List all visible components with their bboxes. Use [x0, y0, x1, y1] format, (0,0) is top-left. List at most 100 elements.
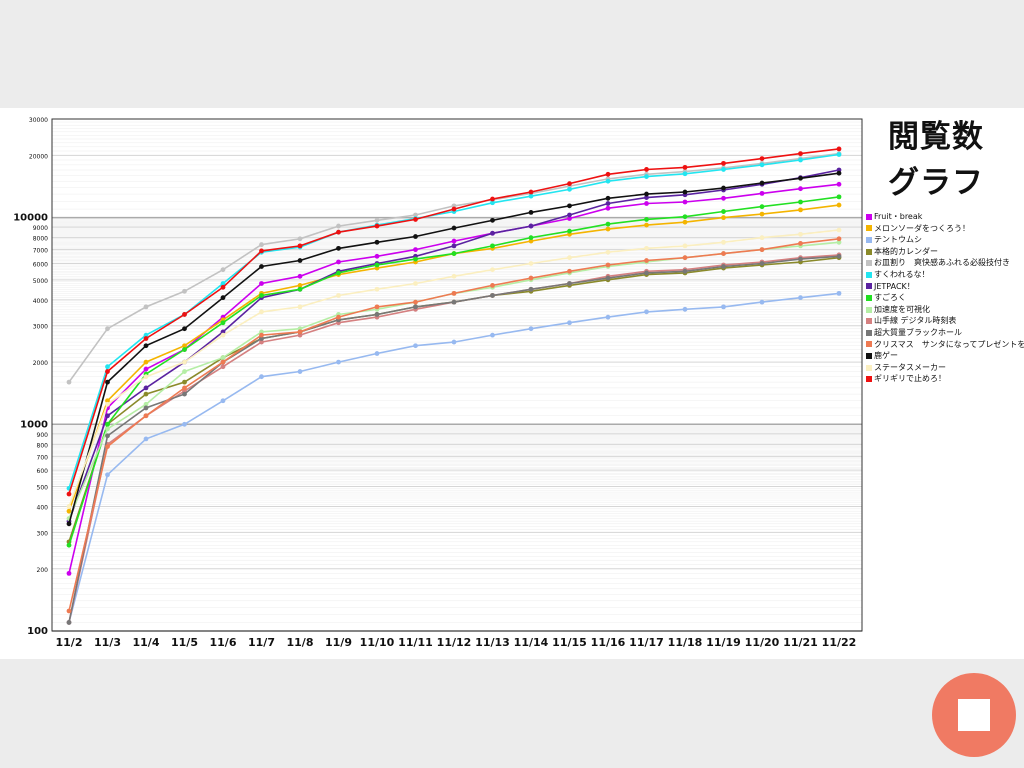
data-point [836, 146, 842, 152]
data-point [605, 262, 611, 268]
x-tick-label: 11/22 [822, 636, 857, 649]
data-point [259, 248, 264, 254]
legend-swatch [866, 341, 872, 348]
data-point [682, 164, 688, 170]
chart-title-line-2: グラフ [888, 165, 984, 201]
data-point [759, 180, 765, 186]
series-group [66, 239, 842, 521]
data-point [605, 221, 611, 227]
data-point [721, 251, 726, 256]
data-point [413, 304, 418, 310]
data-point [336, 314, 341, 320]
data-point [143, 385, 149, 391]
data-point [182, 385, 187, 391]
data-point [644, 309, 649, 315]
data-point [605, 171, 611, 177]
data-point [798, 157, 803, 163]
x-axis: 11/2 11/3 11/4 11/5 11/6 11/7 11/8 11/9 11/10 11/… [56, 636, 857, 649]
data-point [143, 304, 149, 310]
data-point [528, 326, 534, 332]
legend-swatch [866, 318, 872, 325]
data-point [220, 267, 226, 273]
data-point [682, 214, 688, 220]
data-point [105, 433, 110, 439]
x-tick-label: 11/7 [248, 636, 275, 649]
data-point [413, 247, 418, 253]
data-point [721, 185, 726, 191]
legend-label: クリスマス サンタになってプレゼントをあげよう [874, 339, 1024, 349]
data-point [451, 251, 457, 256]
data-point [682, 268, 688, 274]
legend-swatch [866, 376, 872, 383]
data-point [143, 366, 149, 372]
data-point [644, 258, 649, 263]
data-point [798, 241, 803, 246]
x-tick-label: 11/13 [475, 636, 510, 649]
data-point [143, 336, 149, 341]
x-tick-label: 11/18 [668, 636, 703, 649]
legend-label: お皿割り 爽快感あふれる必殺技付き [874, 258, 1010, 268]
legend-swatch [866, 236, 872, 243]
y-tick-label: 1000 [20, 419, 48, 430]
data-point [297, 286, 303, 292]
data-point [644, 217, 649, 222]
y-tick-label: 100 [27, 626, 48, 637]
stop-button[interactable] [932, 673, 1016, 757]
data-point [143, 391, 149, 397]
legend-label: 鹿ゲー [874, 351, 898, 361]
data-point [220, 284, 226, 290]
x-tick-label: 11/11 [398, 636, 433, 649]
data-point [143, 436, 149, 442]
data-point [374, 217, 380, 223]
data-point [105, 379, 110, 385]
data-point [182, 391, 187, 397]
legend-swatch [866, 248, 872, 255]
legend-item: ギリギリで止めろ！ [866, 373, 1024, 385]
data-point [644, 191, 649, 197]
data-point [528, 223, 534, 229]
data-point [66, 379, 72, 385]
data-point [528, 261, 534, 266]
data-point [413, 234, 418, 239]
data-point [220, 364, 226, 370]
series-group [66, 290, 842, 625]
legend-swatch [866, 294, 872, 301]
y-tick-label: 7000 [33, 248, 48, 255]
data-point [182, 326, 187, 332]
data-point [759, 190, 765, 196]
data-point [66, 504, 72, 509]
data-point [220, 398, 226, 404]
x-tick-label: 11/19 [706, 636, 741, 649]
data-point [413, 343, 418, 349]
data-point [143, 343, 149, 349]
legend-label: すくわれるな！ [874, 269, 930, 279]
stop-square-icon [958, 699, 990, 731]
data-point [759, 156, 765, 161]
legend-item: クリスマス サンタになってプレゼントをあげよう [866, 339, 1024, 351]
data-point [644, 245, 649, 251]
chart-panel: 100 200 300 400 500 600 700 800 900 1000 2000 3000 4… [0, 108, 1024, 659]
data-point [836, 236, 842, 242]
data-point [528, 286, 534, 292]
data-point [682, 306, 688, 312]
x-tick-label: 11/16 [591, 636, 626, 649]
data-point [682, 189, 688, 195]
y-tick-label: 600 [37, 468, 49, 475]
data-point [836, 152, 842, 157]
data-point [605, 205, 611, 211]
data-point [143, 359, 149, 365]
legend-label: テントウムシ [874, 235, 922, 245]
data-point [451, 225, 457, 231]
legend-label: Fruit・break [874, 212, 923, 221]
data-point [259, 374, 264, 380]
legend-item: 加速度を可視化 [866, 304, 1024, 316]
legend-item: Fruit・break [866, 211, 1024, 223]
data-point [605, 201, 611, 206]
legend-item: お皿割り 爽快感あふれる必殺技付き [866, 257, 1024, 269]
data-point [259, 293, 264, 298]
data-point [182, 288, 187, 294]
legend-item: ステータスメーカー [866, 362, 1024, 374]
data-point [105, 401, 110, 407]
data-point [528, 209, 534, 215]
y-tick-label: 6000 [33, 261, 48, 268]
